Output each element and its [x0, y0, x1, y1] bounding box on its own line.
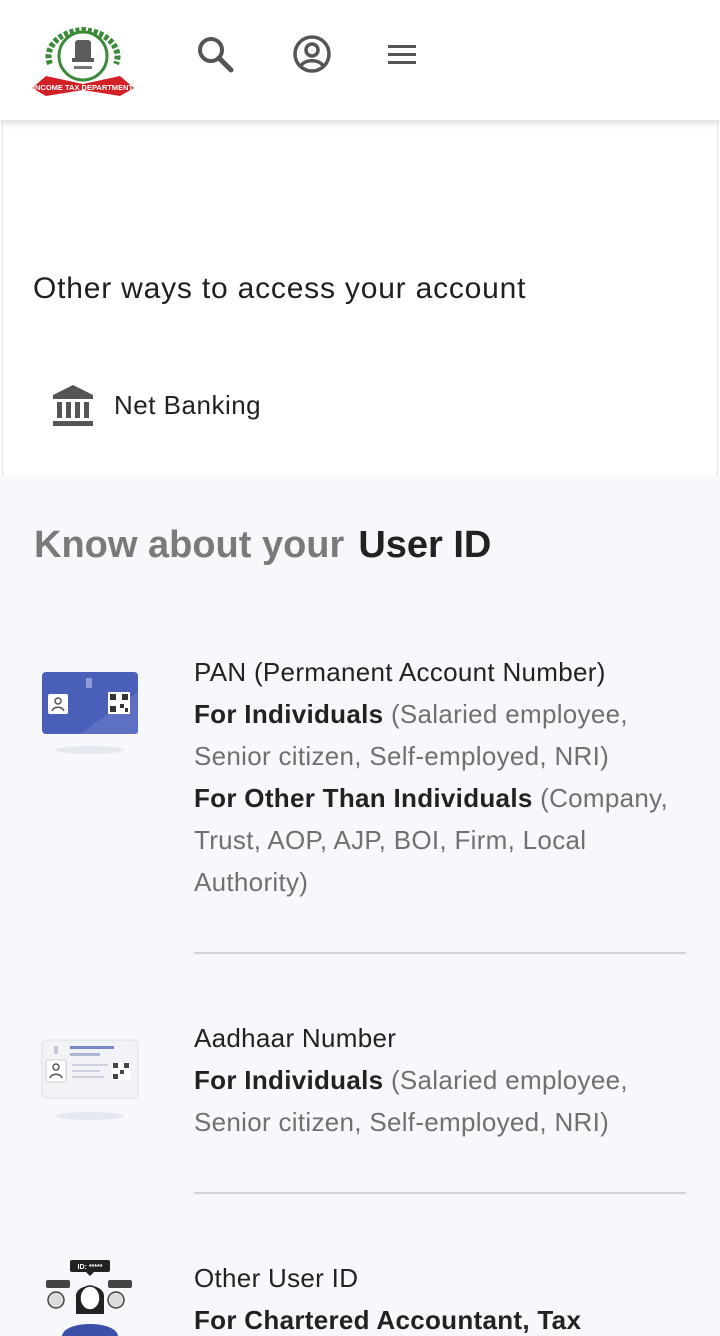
- pan-card-icon: [40, 668, 140, 763]
- account-circle-icon[interactable]: [290, 32, 334, 76]
- aadhaar-card-icon: [40, 1034, 140, 1129]
- net-banking-label: Net Banking: [114, 389, 262, 420]
- know-user-id-title: Know about your User ID: [34, 524, 491, 567]
- search-icon[interactable]: [193, 32, 237, 76]
- pan-description: PAN (Permanent Account Number) For Indiv…: [194, 651, 694, 903]
- menu-icon[interactable]: [380, 32, 424, 76]
- bank-icon: [50, 382, 96, 428]
- aadhaar-individuals-line: For Individuals (Salaried employee, Seni…: [194, 1059, 694, 1143]
- pan-other-label: For Other Than Individuals: [194, 783, 533, 813]
- income-tax-logo[interactable]: INCOME TAX DEPARTMENT: [30, 26, 136, 100]
- divider: [194, 1192, 686, 1194]
- other-ways-heading: Other ways to access your account: [33, 272, 527, 305]
- pan-other-line: For Other Than Individuals (Company, Tru…: [194, 777, 694, 903]
- pan-individuals-label: For Individuals: [194, 699, 384, 729]
- other-user-id-icon: ID: *****: [44, 1258, 136, 1336]
- other-user-id-label: For Chartered Accountant, Tax: [194, 1305, 582, 1335]
- id-badge-text: ID: *****: [78, 1264, 103, 1271]
- other-user-id-line: For Chartered Accountant, Tax: [194, 1299, 694, 1336]
- pan-individuals-line: For Individuals (Salaried employee, Seni…: [194, 693, 694, 777]
- divider: [194, 952, 686, 954]
- know-title-muted: Know about your: [34, 524, 345, 566]
- pan-title: PAN (Permanent Account Number): [194, 657, 606, 687]
- aadhaar-description: Aadhaar Number For Individuals (Salaried…: [194, 1017, 694, 1143]
- aadhaar-title: Aadhaar Number: [194, 1023, 397, 1053]
- net-banking-option[interactable]: Net Banking: [50, 382, 261, 428]
- app-header: INCOME TAX DEPARTMENT: [0, 0, 720, 120]
- other-user-id-description: Other User ID For Chartered Accountant, …: [194, 1257, 694, 1336]
- know-title-strong: User ID: [358, 524, 492, 566]
- logo-text: INCOME TAX DEPARTMENT: [33, 83, 134, 92]
- other-user-id-title: Other User ID: [194, 1263, 359, 1293]
- know-user-id-section: [0, 476, 720, 1336]
- aadhaar-individuals-label: For Individuals: [194, 1065, 384, 1095]
